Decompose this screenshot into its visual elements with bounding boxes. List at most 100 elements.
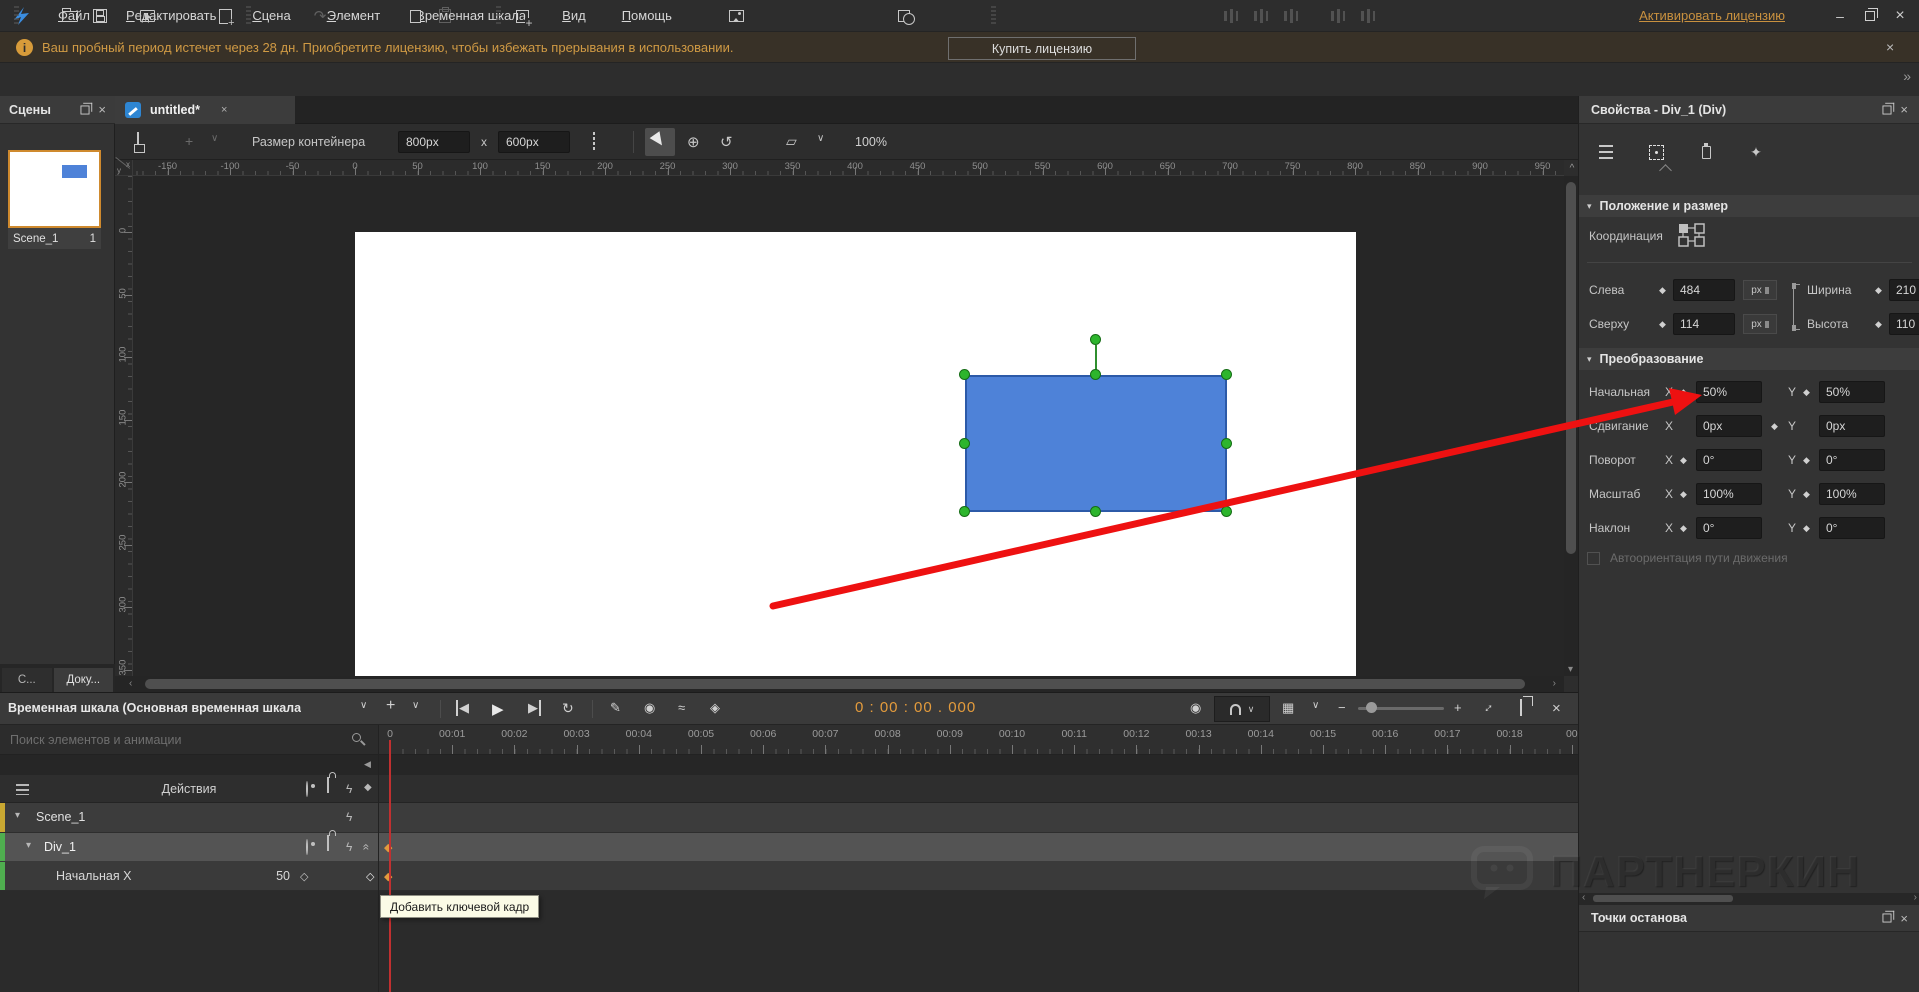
v-scroll-thumb[interactable]: [1566, 182, 1576, 554]
handle-bottom-right[interactable]: [1221, 506, 1232, 517]
loop-icon[interactable]: ↻: [562, 700, 574, 717]
collapse-properties-icon[interactable]: «: [359, 844, 373, 851]
timeline-zoom-knob[interactable]: [1366, 702, 1377, 713]
scale-y-keyframe-icon[interactable]: ◆: [1803, 489, 1810, 500]
close-panel-icon[interactable]: ×: [1552, 700, 1561, 717]
scene-label-bar[interactable]: Scene_1 1: [8, 228, 101, 249]
transform-origin-x-input[interactable]: 50%: [1696, 381, 1762, 403]
handle-bottom-center[interactable]: [1090, 506, 1101, 517]
rotate-x-keyframe-icon[interactable]: ◆: [1680, 455, 1687, 466]
insert-keyframe-icon[interactable]: ◈: [710, 700, 720, 716]
bolt-icon[interactable]: ϟ: [346, 840, 352, 854]
close-panel-icon[interactable]: ×: [1900, 102, 1908, 117]
auto-keyframe-icon[interactable]: ✎: [610, 700, 621, 716]
tab-documents[interactable]: Доку...: [54, 668, 113, 692]
left-keyframe-icon[interactable]: ◆: [1659, 285, 1666, 296]
grid-view-icon[interactable]: ▦: [1282, 700, 1294, 716]
rotate-y-input[interactable]: 0°: [1819, 449, 1885, 471]
eye-icon[interactable]: [306, 839, 308, 855]
play-icon[interactable]: ▶: [492, 700, 504, 718]
add-timeline-dropdown-icon[interactable]: ∨: [412, 700, 419, 711]
restore-button[interactable]: [1855, 4, 1885, 28]
trial-close-icon[interactable]: ×: [1886, 39, 1894, 55]
curve-editor-icon[interactable]: ≈: [678, 700, 685, 715]
top-input[interactable]: 114: [1673, 313, 1735, 335]
expand-timeline-icon[interactable]: ↕: [1482, 700, 1497, 715]
scale-x-input[interactable]: 100%: [1696, 483, 1762, 505]
add-timeline-icon[interactable]: +: [386, 697, 395, 715]
edit-container-size-icon[interactable]: [593, 132, 595, 150]
transform-origin-x-keyframe-icon[interactable]: ◆: [1680, 387, 1687, 398]
zoom-level[interactable]: 100%: [855, 135, 887, 149]
playhead-line[interactable]: [389, 740, 391, 992]
float-panel-icon[interactable]: [1520, 699, 1522, 716]
menu-вид[interactable]: Вид: [544, 0, 604, 32]
skew-tool-icon[interactable]: ▱: [786, 133, 797, 150]
close-panel-icon[interactable]: ×: [98, 102, 106, 117]
ruler-collapse-icon[interactable]: ^: [1566, 160, 1578, 176]
menu-редактировать[interactable]: Редактировать: [108, 0, 234, 32]
property-track-value[interactable]: 50: [262, 869, 290, 883]
rotation-handle[interactable]: [1090, 334, 1101, 345]
scroll-right-icon[interactable]: ›: [1553, 678, 1556, 689]
skew-y-keyframe-icon[interactable]: ◆: [1803, 523, 1810, 534]
grid-dropdown-icon[interactable]: ∨: [1312, 700, 1319, 711]
handle-top-right[interactable]: [1221, 369, 1232, 380]
link-size-icon[interactable]: [1793, 284, 1800, 330]
track-list-divider[interactable]: [378, 725, 379, 992]
scroll-left-icon[interactable]: ‹: [129, 678, 132, 689]
zoom-out-icon[interactable]: −: [1338, 700, 1346, 715]
section-position-size[interactable]: ▾ Положение и размер: [1579, 195, 1919, 217]
canvas-vertical-scrollbar[interactable]: ▾: [1564, 176, 1578, 676]
timeline-ruler[interactable]: 000:0100:0200:0300:0400:0500:0600:0700:0…: [378, 725, 1578, 755]
track-row-scene[interactable]: ▾ Scene_1 ϟ: [0, 803, 1578, 833]
coordination-icon[interactable]: [1677, 222, 1707, 248]
skew-y-input[interactable]: 0°: [1819, 517, 1885, 539]
section-transform[interactable]: ▾ Преобразование: [1579, 348, 1919, 370]
preview-mode-icon[interactable]: ◉: [1190, 700, 1201, 716]
add-dropdown-icon[interactable]: ∨: [211, 133, 218, 144]
rotate-x-input[interactable]: 0°: [1696, 449, 1762, 471]
skew-x-input[interactable]: 0°: [1696, 517, 1762, 539]
document-tab-close-icon[interactable]: ×: [221, 104, 227, 116]
tab-appearance[interactable]: [1689, 138, 1723, 166]
activate-license-link[interactable]: Активировать лицензию: [1639, 8, 1785, 23]
h-scroll-thumb[interactable]: [145, 679, 1525, 689]
handle-bottom-left[interactable]: [959, 506, 970, 517]
autoorient-checkbox[interactable]: [1587, 552, 1600, 565]
keyframe-column-icon[interactable]: ◆: [364, 782, 372, 793]
width-input[interactable]: 210: [1889, 279, 1919, 301]
go-to-end-icon[interactable]: ▶: [528, 700, 541, 716]
left-input[interactable]: 484: [1673, 279, 1735, 301]
canvas-horizontal-scrollbar[interactable]: ‹ ›: [115, 676, 1564, 692]
timeline-select-dropdown-icon[interactable]: ∨: [360, 700, 367, 711]
handle-top-left[interactable]: [959, 369, 970, 380]
translate-keyframe-icon[interactable]: ◆: [1771, 421, 1778, 432]
buy-license-button[interactable]: Купить лицензию: [948, 37, 1136, 60]
menu-помощь[interactable]: Помощь: [604, 0, 690, 32]
expand-caret-icon[interactable]: ▾: [26, 840, 31, 851]
zoom-in-icon[interactable]: +: [1454, 700, 1462, 715]
handle-top-center[interactable]: [1090, 369, 1101, 380]
tab-scenes[interactable]: С...: [2, 668, 52, 692]
expand-caret-icon[interactable]: ▾: [15, 810, 20, 821]
anchor-tool-icon[interactable]: ⊕: [687, 133, 700, 151]
translate-x-input[interactable]: 0px: [1696, 415, 1762, 437]
eye-icon[interactable]: [306, 781, 308, 797]
scroll-down-icon[interactable]: ▾: [1568, 664, 1573, 675]
snap-toggle[interactable]: ∨: [1214, 696, 1270, 722]
add-icon[interactable]: +: [185, 133, 193, 149]
canvas-viewport[interactable]: [133, 176, 1564, 676]
skew-x-keyframe-icon[interactable]: ◆: [1680, 523, 1687, 534]
container-width-input[interactable]: 800px: [398, 131, 470, 153]
keyframe-nav-icon[interactable]: ◇: [300, 870, 308, 883]
top-keyframe-icon[interactable]: ◆: [1659, 319, 1666, 330]
rotate-tool-icon[interactable]: ↺: [720, 133, 733, 151]
timeline-search[interactable]: Поиск элементов и анимации: [0, 725, 378, 755]
width-keyframe-icon[interactable]: ◆: [1875, 285, 1882, 296]
rotate-y-keyframe-icon[interactable]: ◆: [1803, 455, 1810, 466]
lock-icon[interactable]: [327, 777, 329, 793]
tab-effects[interactable]: ✦: [1739, 138, 1773, 166]
timeline-title[interactable]: Временная шкала (Основная временная шкал…: [8, 701, 301, 715]
tab-position-size[interactable]: [1639, 138, 1673, 166]
